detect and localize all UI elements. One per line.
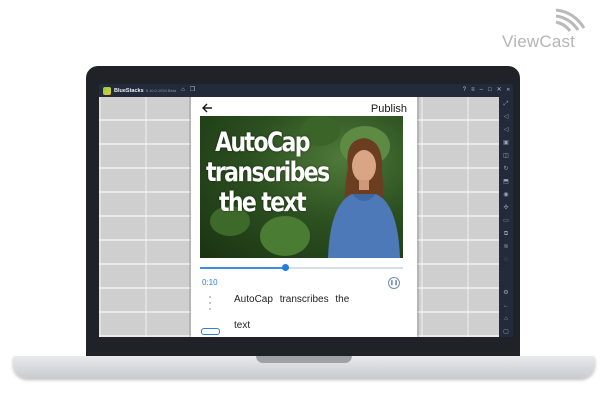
rotate-icon[interactable]: ↻ [502, 166, 510, 172]
laptop-notch [256, 356, 352, 363]
home-icon[interactable]: ⌂ [181, 84, 185, 97]
volume-up-icon[interactable]: ◁ [502, 114, 510, 120]
speaker-figure [328, 138, 400, 258]
screenshot-icon[interactable]: ◫ [502, 153, 510, 159]
multi-window-icon[interactable]: ❐ [190, 84, 195, 97]
volume-down-icon[interactable]: ◁ [502, 127, 510, 133]
minimize-icon[interactable]: – [480, 84, 483, 97]
maximize-icon[interactable]: □ [488, 84, 492, 97]
shake-icon[interactable]: ✣ [502, 205, 510, 211]
screen-record-icon[interactable]: ▣ [502, 140, 510, 146]
subtitle-text-line[interactable]: AutoCap transcribes the [234, 294, 349, 305]
camera-icon[interactable]: ◉ [502, 192, 510, 198]
bluestacks-sidebar: ⤢ ◁ ◁ ▣ ◫ ↻ ⬒ ◉ ✣ ▭ ⧉ ≋ ◌ ⚙ ← ⌂ ▢ [499, 97, 513, 337]
close-icon[interactable]: ✕ [497, 84, 502, 97]
bluestacks-logo-icon [103, 86, 111, 95]
recent-apps-icon[interactable]: ▢ [502, 329, 510, 335]
pause-button[interactable]: ❚❚ [388, 277, 400, 289]
window-controls: ? ≡ – □ ✕ « [463, 84, 510, 97]
playback-time: 0:10 [202, 278, 218, 287]
collapse-sidebar-icon[interactable]: « [507, 84, 510, 97]
viewcast-watermark: ViewCast [502, 8, 594, 52]
fullscreen-icon[interactable]: ⤢ [502, 101, 510, 107]
seek-bar-knob[interactable] [282, 264, 289, 271]
layers-icon[interactable]: ≋ [502, 244, 510, 250]
bluestacks-version: 5.10.0.1034 Beta [145, 88, 177, 93]
apk-install-icon[interactable]: ⬒ [502, 179, 510, 185]
back-nav-icon[interactable]: ← [502, 303, 510, 309]
seek-bar-fill [200, 267, 285, 269]
bluestacks-app-name: BlueStacks [114, 87, 144, 94]
laptop-screen: BlueStacks 5.10.0.1034 Beta ⌂ ❐ ? ≡ – □ … [99, 84, 513, 337]
watermark-text: ViewCast [502, 32, 576, 51]
subtitle-edit-box[interactable] [201, 328, 220, 335]
copy-icon[interactable]: ⧉ [502, 231, 510, 237]
publish-button[interactable]: Publish [371, 103, 407, 115]
help-icon[interactable]: ? [463, 84, 466, 97]
video-caption-overlay: AutoCap transcribes the text [206, 128, 330, 218]
signal-waves-icon [555, 8, 586, 32]
autocap-app: Publish AutoCap transcribes the text 0:1… [191, 97, 417, 337]
back-arrow-icon[interactable] [201, 102, 213, 114]
pause-icon: ❚❚ [389, 280, 399, 286]
home-nav-icon[interactable]: ⌂ [502, 316, 510, 322]
settings-icon[interactable]: ⚙ [502, 290, 510, 296]
marketing-screenshot: ViewCast BlueStacks 5.10.0.1034 Beta ⌂ ❐… [0, 0, 602, 414]
eco-mode-icon[interactable]: ◌ [502, 257, 510, 263]
folder-icon[interactable]: ▭ [502, 218, 510, 224]
bluestacks-titlebar: BlueStacks 5.10.0.1034 Beta ⌂ ❐ ? ≡ – □ … [99, 84, 513, 97]
subtitle-drag-handle[interactable] [209, 296, 211, 310]
menu-icon[interactable]: ≡ [471, 84, 475, 97]
subtitle-text-line[interactable]: text [234, 320, 250, 331]
video-preview[interactable]: AutoCap transcribes the text [200, 116, 403, 258]
